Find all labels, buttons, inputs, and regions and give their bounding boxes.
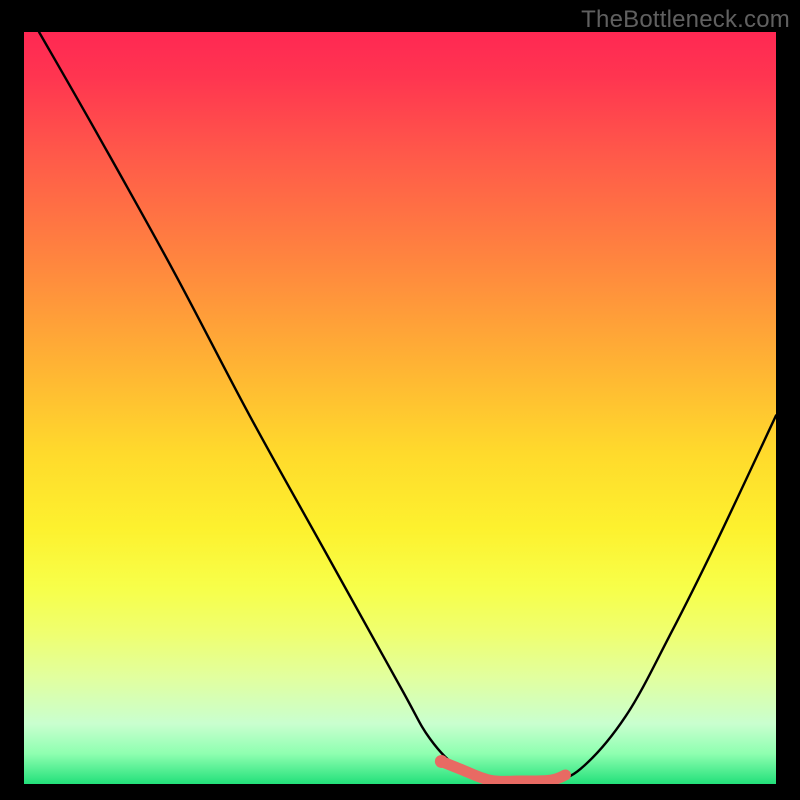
chart-container: TheBottleneck.com (0, 0, 800, 800)
plot-area (24, 32, 776, 784)
curve-layer (24, 32, 776, 784)
optimal-highlight (441, 761, 565, 781)
bottleneck-curve (39, 32, 776, 781)
optimal-start-dot (435, 755, 448, 768)
watermark: TheBottleneck.com (581, 6, 790, 34)
